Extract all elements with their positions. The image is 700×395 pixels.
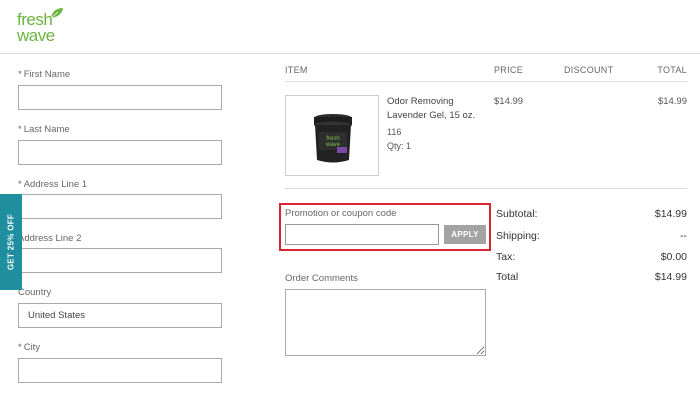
total-value: $14.99 [654, 271, 687, 283]
tax-label: Tax: [496, 251, 516, 263]
freshwave-logo[interactable]: fresh wave [17, 7, 67, 47]
product-name[interactable]: Odor Removing Lavender Gel, 15 oz. [387, 95, 487, 123]
country-select[interactable]: United States [18, 303, 222, 328]
product-quantity: Qty: 1 [387, 141, 412, 151]
product-total: $14.99 [657, 96, 687, 107]
city-input[interactable] [18, 358, 222, 383]
total-label: Total [496, 271, 519, 283]
shipping-value: -- [680, 230, 687, 242]
address-line-1-label: * Address Line 1 [18, 179, 88, 190]
discount-side-tab[interactable]: GET 25% OFF [0, 194, 22, 290]
product-sku: 116 [387, 127, 402, 137]
column-header-item: ITEM [285, 65, 308, 75]
city-label: * City [18, 342, 41, 353]
address-line-2-input[interactable] [18, 248, 222, 273]
column-header-discount: DISCOUNT [564, 65, 614, 75]
country-label: Country [18, 287, 52, 298]
logo-text-line2: wave [17, 26, 55, 45]
product-image[interactable]: fresh wave [285, 95, 379, 176]
subtotal-value: $14.99 [654, 208, 687, 220]
header-divider [285, 81, 687, 82]
items-divider [285, 188, 687, 189]
promo-code-input[interactable] [285, 224, 439, 245]
address-line-1-input[interactable] [18, 194, 222, 219]
order-comments-label: Order Comments [285, 273, 358, 284]
column-header-total: TOTAL [657, 65, 687, 75]
site-header: fresh wave [0, 0, 700, 54]
leaf-icon [50, 8, 63, 19]
discount-tab-label: GET 25% OFF [6, 213, 16, 271]
shipping-label: Shipping: [496, 230, 540, 242]
tax-value: $0.00 [660, 251, 687, 263]
last-name-label: * Last Name [18, 124, 70, 135]
address-line-2-label: Address Line 2 [18, 233, 82, 244]
order-comments-textarea[interactable] [285, 289, 486, 356]
first-name-label: * First Name [18, 69, 71, 80]
lavender-gel-jar-icon: fresh wave [314, 114, 352, 163]
promo-code-label: Promotion or coupon code [285, 208, 397, 219]
apply-promo-button[interactable]: APPLY [444, 225, 486, 244]
column-header-price: PRICE [494, 65, 524, 75]
first-name-input[interactable] [18, 85, 222, 110]
subtotal-label: Subtotal: [496, 208, 538, 220]
last-name-input[interactable] [18, 140, 222, 165]
product-price: $14.99 [494, 96, 524, 107]
